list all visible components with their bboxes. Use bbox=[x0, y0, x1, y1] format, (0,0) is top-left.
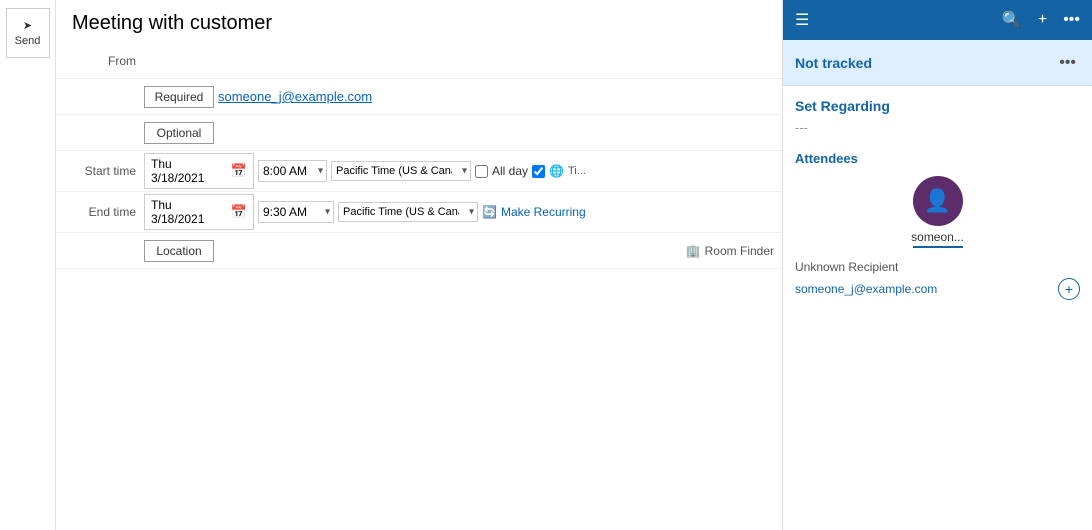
header-more-icon[interactable]: ••• bbox=[1059, 7, 1084, 33]
header-menu-icon[interactable]: ☰ bbox=[791, 6, 813, 34]
end-date-input[interactable]: Thu 3/18/2021 📅 bbox=[144, 194, 254, 230]
room-finder-label: Room Finder bbox=[705, 244, 774, 258]
location-input[interactable] bbox=[214, 240, 686, 261]
not-tracked-bar: Not tracked ••• bbox=[783, 40, 1092, 86]
make-recurring-button[interactable]: 🔄 Make Recurring bbox=[482, 205, 586, 219]
recurring-label: Make Recurring bbox=[501, 205, 586, 219]
location-button[interactable]: Location bbox=[144, 240, 214, 262]
set-regarding-link[interactable]: Set Regarding bbox=[795, 98, 1080, 114]
unknown-recipient-label: Unknown Recipient bbox=[795, 260, 1080, 274]
end-time-row: End time Thu 3/18/2021 📅 9:30 AM 10:00 A… bbox=[56, 192, 782, 233]
attendee-underline bbox=[913, 246, 963, 248]
location-row: Location 🏢 Room Finder bbox=[56, 233, 782, 269]
room-finder-button[interactable]: 🏢 Room Finder bbox=[686, 244, 774, 258]
all-day-label: All day bbox=[492, 164, 528, 178]
not-tracked-more-button[interactable]: ••• bbox=[1055, 50, 1080, 76]
end-time-select-wrapper: 9:30 AM 10:00 AM 10:30 AM bbox=[258, 201, 334, 223]
start-timezone-select[interactable]: Pacific Time (US & Cana... Eastern Time … bbox=[331, 161, 471, 181]
header-add-icon[interactable]: + bbox=[1034, 7, 1051, 33]
right-panel-content: Set Regarding --- Attendees 👤 someon... … bbox=[783, 86, 1092, 530]
end-tz-select-wrapper: Pacific Time (US & Cana... Eastern Time … bbox=[338, 202, 478, 222]
optional-button[interactable]: Optional bbox=[144, 122, 214, 144]
add-icon: + bbox=[1065, 281, 1073, 297]
reminder-icon: 🌐 bbox=[549, 164, 564, 178]
optional-row: Optional bbox=[56, 115, 782, 151]
teams-label: Ti... bbox=[568, 165, 586, 177]
unknown-email-row: someone_j@example.com + bbox=[795, 278, 1080, 300]
all-day-row: All day 🌐 Ti... bbox=[475, 164, 586, 178]
header-search-icon[interactable]: 🔍 bbox=[998, 6, 1026, 34]
avatar[interactable]: 👤 bbox=[913, 176, 963, 226]
not-tracked-label: Not tracked bbox=[795, 55, 872, 71]
unknown-recipient-section: Unknown Recipient someone_j@example.com … bbox=[795, 260, 1080, 300]
start-tz-select-wrapper: Pacific Time (US & Cana... Eastern Time … bbox=[331, 161, 471, 181]
send-button[interactable]: ➤ Send bbox=[6, 8, 50, 58]
compose-area: Meeting with customer From Required some… bbox=[56, 0, 782, 530]
start-date-input[interactable]: Thu 3/18/2021 📅 bbox=[144, 153, 254, 189]
avatar-icon: 👤 bbox=[924, 188, 951, 214]
start-calendar-icon[interactable]: 📅 bbox=[231, 163, 247, 179]
send-panel: ➤ Send bbox=[0, 0, 56, 530]
attendee-name: someon... bbox=[911, 230, 964, 244]
recurring-icon: 🔄 bbox=[482, 205, 497, 219]
end-calendar-icon[interactable]: 📅 bbox=[231, 204, 247, 220]
start-time-fields: Thu 3/18/2021 📅 8:00 AM 8:30 AM 9:00 AM … bbox=[144, 153, 586, 189]
start-time-select-wrapper: 8:00 AM 8:30 AM 9:00 AM 9:30 AM bbox=[258, 160, 327, 182]
send-icon: ➤ bbox=[23, 19, 32, 32]
from-label: From bbox=[56, 54, 144, 68]
end-timezone-select[interactable]: Pacific Time (US & Cana... Eastern Time … bbox=[338, 202, 478, 222]
reminder-checkbox[interactable] bbox=[532, 165, 545, 178]
end-time-select[interactable]: 9:30 AM 10:00 AM 10:30 AM bbox=[258, 201, 334, 223]
required-button[interactable]: Required bbox=[144, 86, 214, 108]
start-time-select[interactable]: 8:00 AM 8:30 AM 9:00 AM 9:30 AM bbox=[258, 160, 327, 182]
add-recipient-button[interactable]: + bbox=[1058, 278, 1080, 300]
from-row: From bbox=[56, 43, 782, 79]
attendees-heading: Attendees bbox=[795, 151, 1080, 166]
from-input[interactable] bbox=[144, 50, 782, 71]
right-panel-header: ☰ 🔍 + ••• bbox=[783, 0, 1092, 40]
right-panel: ☰ 🔍 + ••• Not tracked ••• Set Regarding … bbox=[782, 0, 1092, 530]
end-time-fields: Thu 3/18/2021 📅 9:30 AM 10:00 AM 10:30 A… bbox=[144, 194, 586, 230]
end-time-label: End time bbox=[56, 205, 144, 219]
start-time-label: Start time bbox=[56, 164, 144, 178]
unknown-recipient-email[interactable]: someone_j@example.com bbox=[795, 282, 937, 296]
room-finder-icon: 🏢 bbox=[686, 244, 701, 258]
start-time-row: Start time Thu 3/18/2021 📅 8:00 AM 8:30 … bbox=[56, 151, 782, 192]
send-label: Send bbox=[15, 35, 41, 47]
attendee-item: 👤 someon... bbox=[795, 176, 1080, 248]
required-email[interactable]: someone_j@example.com bbox=[214, 89, 372, 104]
meeting-title: Meeting with customer bbox=[56, 0, 782, 43]
end-date-value: Thu 3/18/2021 bbox=[151, 198, 227, 226]
all-day-checkbox[interactable] bbox=[475, 165, 488, 178]
required-row: Required someone_j@example.com bbox=[56, 79, 782, 115]
set-regarding-value: --- bbox=[795, 120, 1080, 135]
start-date-value: Thu 3/18/2021 bbox=[151, 157, 227, 185]
